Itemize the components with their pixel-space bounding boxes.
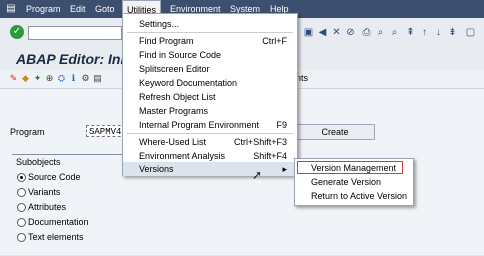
menu-program[interactable]: Program xyxy=(22,0,65,18)
menu-separator xyxy=(127,133,293,134)
last-page-icon[interactable]: ⇟ xyxy=(446,26,459,39)
radio-label: Variants xyxy=(28,187,61,197)
prev-page-icon[interactable]: ↑ xyxy=(418,26,431,39)
subobjects-title: Subobjects xyxy=(16,157,61,167)
utilities-dropdown: Settings... Find Program Ctrl+F Find in … xyxy=(122,13,298,176)
exit-icon[interactable]: ✕ xyxy=(330,26,343,39)
create-button[interactable]: Create xyxy=(295,124,375,140)
menu-item-master-programs[interactable]: Master Programs xyxy=(123,104,297,118)
first-page-icon[interactable]: ⇞ xyxy=(404,26,417,39)
enter-check-icon[interactable]: ✓ xyxy=(10,25,24,39)
radio-source-code[interactable] xyxy=(17,173,26,182)
menu-item-label: Refresh Object List xyxy=(139,92,216,102)
menu-item-shortcut: Ctrl+Shift+F3 xyxy=(233,137,287,147)
menu-item-label: Internal Program Environment xyxy=(139,120,260,130)
sap-menu-icon[interactable]: ▤ xyxy=(4,3,18,15)
menu-item-label: Versions xyxy=(139,164,174,174)
menu-goto[interactable]: Goto xyxy=(91,0,119,18)
program-input[interactable]: SAPMV4 xyxy=(86,125,126,137)
menu-item-label: Settings... xyxy=(139,19,180,29)
menu-item-label: Keyword Documentation xyxy=(139,78,238,88)
radio-documentation[interactable] xyxy=(17,218,26,227)
menu-item-splitscreen[interactable]: Splitscreen Editor xyxy=(123,62,297,76)
menu-item-keyword-doc[interactable]: Keyword Documentation xyxy=(123,76,297,90)
menu-item-label: Find Program xyxy=(139,36,194,46)
radio-label: Source Code xyxy=(28,172,81,182)
back-icon[interactable]: ◀ xyxy=(316,26,329,39)
menu-item-label: Master Programs xyxy=(139,106,209,116)
menu-item-label: Where-Used List xyxy=(139,137,207,147)
menu-separator xyxy=(127,32,293,33)
cancel-icon[interactable]: ⊘ xyxy=(344,26,357,39)
find-icon[interactable]: ⌕ xyxy=(374,26,387,39)
menu-item-shortcut: Shift+F4 xyxy=(253,151,287,161)
submenu-item-version-management[interactable]: Version Management xyxy=(297,161,403,174)
menu-item-internal-env[interactable]: Internal Program Environment F9 xyxy=(123,118,297,132)
save-icon[interactable]: ▣ xyxy=(302,26,315,39)
menu-item-versions[interactable]: Versions ▸ xyxy=(123,162,297,176)
radio-label: Documentation xyxy=(28,217,89,227)
other-object-icon[interactable]: ✎ xyxy=(8,73,19,84)
submenu-item-return-active[interactable]: Return to Active Version xyxy=(295,190,413,203)
menu-item-env-analysis[interactable]: Environment Analysis Shift+F4 xyxy=(123,149,297,163)
submenu-item-label: Version Management xyxy=(311,163,397,173)
radio-label: Attributes xyxy=(28,202,67,212)
debugging-icon[interactable]: ⚙ xyxy=(80,73,91,84)
print-icon[interactable]: ⎙ xyxy=(360,26,373,39)
versions-submenu: Version Management Generate Version Retu… xyxy=(294,158,414,206)
radio-label: Text elements xyxy=(28,232,84,242)
menu-item-shortcut: F9 xyxy=(276,120,287,130)
submenu-arrow-icon: ▸ xyxy=(282,164,287,174)
info-icon[interactable]: ℹ xyxy=(68,73,79,84)
menu-item-refresh-list[interactable]: Refresh Object List xyxy=(123,90,297,104)
program-label: Program xyxy=(10,127,45,137)
radio-attributes[interactable] xyxy=(17,203,26,212)
new-session-icon[interactable]: ▢ xyxy=(464,26,477,39)
check-syntax-icon[interactable]: ◆ xyxy=(20,73,31,84)
submenu-item-generate-version[interactable]: Generate Version xyxy=(295,176,413,189)
mouse-pointer-icon: ➚ xyxy=(252,168,263,182)
menu-item-label: Environment Analysis xyxy=(139,151,226,161)
radio-variants[interactable] xyxy=(17,188,26,197)
menu-item-find-in-source[interactable]: Find in Source Code xyxy=(123,48,297,62)
menu-item-shortcut: Ctrl+F xyxy=(262,36,287,46)
next-page-icon[interactable]: ↓ xyxy=(432,26,445,39)
command-field[interactable] xyxy=(28,26,122,40)
menu-item-settings[interactable]: Settings... xyxy=(123,17,297,31)
submenu-item-label: Generate Version xyxy=(311,177,382,187)
where-used-icon[interactable]: ⛭ xyxy=(56,73,67,84)
menu-edit[interactable]: Edit xyxy=(66,0,90,18)
find-next-icon[interactable]: ⌕ xyxy=(388,26,401,39)
submenu-item-label: Return to Active Version xyxy=(311,191,408,201)
menu-item-label: Splitscreen Editor xyxy=(139,64,210,74)
menu-item-where-used[interactable]: Where-Used List Ctrl+Shift+F3 xyxy=(123,135,297,149)
page-title: ABAP Editor: Init xyxy=(16,51,130,67)
menu-item-label: Find in Source Code xyxy=(139,50,222,60)
variants-icon[interactable]: ▤ xyxy=(92,73,103,84)
activate-icon[interactable]: ✦ xyxy=(32,73,43,84)
menu-item-find-program[interactable]: Find Program Ctrl+F xyxy=(123,34,297,48)
radio-text-elements[interactable] xyxy=(17,233,26,242)
test-icon[interactable]: ⊕ xyxy=(44,73,55,84)
